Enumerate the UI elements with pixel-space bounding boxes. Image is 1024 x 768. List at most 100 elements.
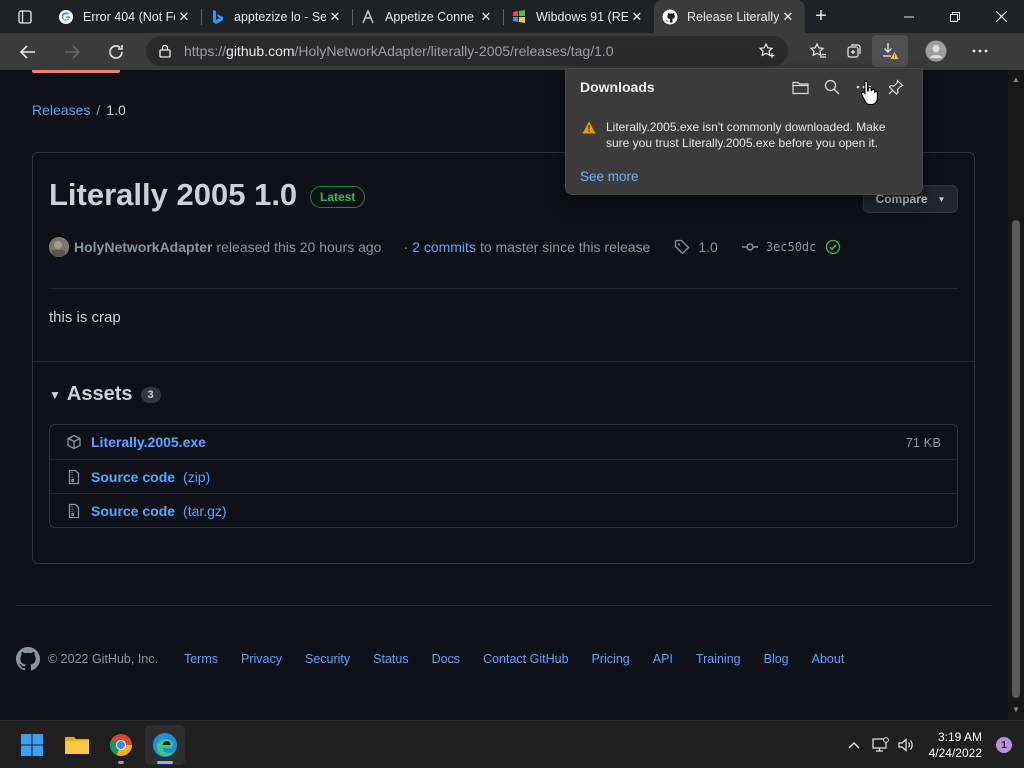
show-hidden-icons-button[interactable] xyxy=(841,741,867,749)
downloads-title: Downloads xyxy=(580,79,655,95)
see-more-link[interactable]: See more xyxy=(580,169,639,184)
footer-link-about[interactable]: About xyxy=(812,652,845,666)
bing-icon xyxy=(209,9,225,25)
tab-title: apptezize lo - Se xyxy=(234,9,326,24)
url-host: github.com xyxy=(226,43,295,59)
github-logo-icon[interactable] xyxy=(16,647,40,671)
open-downloads-folder-button[interactable] xyxy=(784,76,816,98)
add-favorite-button[interactable] xyxy=(758,42,776,60)
scroll-down-arrow-icon[interactable]: ▼ xyxy=(1012,706,1020,714)
assets-count-badge: 3 xyxy=(140,386,161,403)
folder-icon xyxy=(791,81,809,94)
close-tab-icon[interactable]: ✕ xyxy=(175,8,193,26)
settings-more-button[interactable] xyxy=(962,35,998,67)
back-button[interactable] xyxy=(10,36,46,68)
address-bar[interactable]: https://github.com/HolyNetworkAdapter/li… xyxy=(146,36,788,66)
assets-toggle[interactable]: ▼ Assets 3 xyxy=(49,383,161,406)
close-tab-icon[interactable]: ✕ xyxy=(628,8,646,26)
tab-windows91[interactable]: Wibdows 91 (RE ✕ xyxy=(503,0,654,33)
restore-button[interactable] xyxy=(932,0,978,33)
profile-button[interactable] xyxy=(918,35,954,67)
footer-link-terms[interactable]: Terms xyxy=(184,652,218,666)
asset-format[interactable]: (zip) xyxy=(183,469,210,485)
start-button[interactable] xyxy=(12,725,52,765)
release-notes: this is crap xyxy=(49,309,121,326)
footer-link-privacy[interactable]: Privacy xyxy=(241,652,282,666)
commit-sha-link[interactable]: 3ec50dc xyxy=(766,240,817,254)
asset-format[interactable]: (tar.gz) xyxy=(183,503,227,519)
minimize-button[interactable] xyxy=(886,0,932,33)
restore-icon xyxy=(950,11,960,22)
taskbar-clock[interactable]: 3:19 AM 4/24/2022 xyxy=(929,729,982,761)
collections-button[interactable] xyxy=(836,35,872,67)
tab-actions-button[interactable] xyxy=(0,0,50,33)
assets-heading: Assets xyxy=(66,383,133,405)
commits-suffix-text: to master since this release xyxy=(479,239,651,255)
star-plus-icon xyxy=(758,42,775,58)
footer-link-status[interactable]: Status xyxy=(373,652,408,666)
footer-link-training[interactable]: Training xyxy=(696,652,741,666)
browser-toolbar: https://github.com/HolyNetworkAdapter/li… xyxy=(0,33,1024,70)
release-title[interactable]: Literally 2005 1.0 xyxy=(49,177,297,213)
breadcrumb-releases-link[interactable]: Releases xyxy=(32,102,90,118)
close-tab-icon[interactable]: ✕ xyxy=(477,8,495,26)
file-zip-icon xyxy=(66,469,82,485)
refresh-button[interactable] xyxy=(98,36,134,68)
lock-icon[interactable] xyxy=(158,44,172,58)
active-indicator xyxy=(157,761,173,764)
downloads-button[interactable] xyxy=(872,35,908,67)
download-warning-icon xyxy=(883,43,899,59)
asset-row: Source code (tar.gz) xyxy=(50,493,957,527)
close-tab-icon[interactable]: ✕ xyxy=(779,8,797,26)
back-arrow-icon xyxy=(19,44,35,59)
footer-link-blog[interactable]: Blog xyxy=(764,652,789,666)
tag-link[interactable]: 1.0 xyxy=(698,239,717,255)
window-controls xyxy=(886,0,1024,33)
folder-icon xyxy=(65,737,89,754)
page-scrollbar[interactable]: ▲ ▼ xyxy=(1008,70,1024,720)
scroll-up-arrow-icon[interactable]: ▲ xyxy=(1012,76,1020,84)
tab-bing-search[interactable]: apptezize lo - Se ✕ xyxy=(201,0,352,33)
site-footer: © 2022 GitHub, Inc. Terms Privacy Securi… xyxy=(16,647,844,671)
chrome-taskbar-button[interactable] xyxy=(101,725,141,765)
hand-cursor-icon xyxy=(860,80,878,106)
search-downloads-button[interactable] xyxy=(816,76,848,98)
network-button[interactable] xyxy=(867,737,893,753)
author-link[interactable]: HolyNetworkAdapter xyxy=(74,239,212,255)
downloads-toolbar xyxy=(784,76,912,98)
footer-link-security[interactable]: Security xyxy=(305,652,350,666)
asset-name-link[interactable]: Source code xyxy=(91,503,175,519)
new-tab-button[interactable]: + xyxy=(805,0,837,33)
close-window-button[interactable] xyxy=(978,0,1024,33)
author-avatar[interactable] xyxy=(49,237,69,257)
tab-appetize[interactable]: Appetize Conne ✕ xyxy=(352,0,503,33)
close-tab-icon[interactable]: ✕ xyxy=(326,8,344,26)
breadcrumb-current: 1.0 xyxy=(106,102,126,118)
footer-link-api[interactable]: API xyxy=(653,652,673,666)
toolbar-right xyxy=(800,35,998,67)
favorites-button[interactable] xyxy=(800,35,836,67)
forward-arrow-icon xyxy=(65,44,81,59)
package-icon xyxy=(66,434,82,450)
footer-link-docs[interactable]: Docs xyxy=(432,652,460,666)
download-warning[interactable]: Literally.2005.exe isn't commonly downlo… xyxy=(582,119,912,151)
asset-name-link[interactable]: Source code xyxy=(91,469,175,485)
notification-count-badge[interactable]: 1 xyxy=(996,737,1012,753)
commits-link[interactable]: 2 commits xyxy=(412,239,476,255)
edge-taskbar-button[interactable] xyxy=(145,725,185,765)
tab-error-404[interactable]: Error 404 (Not Fo ✕ xyxy=(50,0,201,33)
verified-check-icon[interactable] xyxy=(825,239,841,255)
volume-button[interactable] xyxy=(893,737,919,753)
footer-link-contact[interactable]: Contact GitHub xyxy=(483,652,568,666)
tab-actions-icon xyxy=(18,9,32,24)
refresh-icon xyxy=(109,44,123,59)
url-path: /HolyNetworkAdapter/literally-2005/relea… xyxy=(294,43,614,59)
asset-name-link[interactable]: Literally.2005.exe xyxy=(91,434,206,450)
footer-link-pricing[interactable]: Pricing xyxy=(592,652,630,666)
divider xyxy=(49,288,958,289)
scrollbar-thumb[interactable] xyxy=(1012,220,1020,698)
tab-release-literally[interactable]: Release Literally ✕ xyxy=(654,0,805,33)
forward-button[interactable] xyxy=(54,36,90,68)
file-explorer-taskbar-button[interactable] xyxy=(57,725,97,765)
pin-downloads-button[interactable] xyxy=(880,76,912,98)
